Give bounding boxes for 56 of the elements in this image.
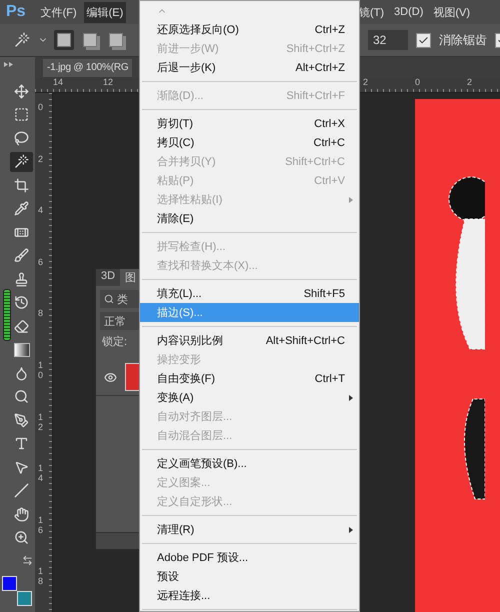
ruler-number: 6 bbox=[38, 258, 44, 268]
panel-tab[interactable]: 图 bbox=[120, 269, 142, 286]
lock-label: 锁定: bbox=[102, 334, 128, 349]
menu-item[interactable]: 拷贝(C) Ctrl+C bbox=[140, 133, 359, 152]
check-icon bbox=[418, 34, 429, 46]
ruler-number: 14 bbox=[53, 77, 64, 87]
submenu-arrow-icon bbox=[349, 526, 353, 532]
swap-colors-icon[interactable] bbox=[22, 555, 33, 566]
color-swatch[interactable] bbox=[2, 576, 17, 590]
menu-title[interactable]: 文件(F) bbox=[38, 2, 80, 22]
menu-item[interactable]: 清除(E) bbox=[140, 209, 359, 228]
checkbox-label: 消除锯齿 bbox=[439, 32, 487, 48]
menu-item[interactable]: 定义画笔预设(B)... bbox=[140, 454, 359, 473]
ruler-number: 0 bbox=[415, 77, 420, 87]
menu-title[interactable]: 镜(T) bbox=[356, 2, 388, 22]
document-tab[interactable]: -1.jpg @ 100%(RG bbox=[43, 59, 132, 77]
ruler-number: 12 bbox=[38, 413, 44, 433]
ruler-number: 16 bbox=[38, 516, 44, 536]
menu-item[interactable]: 还原选择反向(O) Ctrl+Z bbox=[140, 20, 359, 39]
ruler-number: 12 bbox=[103, 77, 114, 87]
app-logo: Ps bbox=[5, 3, 27, 21]
ruler-number: 2 bbox=[363, 77, 368, 87]
ruler-number: 0 bbox=[38, 103, 44, 113]
ruler-number: 14 bbox=[38, 464, 44, 484]
ruler-number: 10 bbox=[38, 361, 44, 381]
ruler-number: 2 bbox=[467, 77, 472, 87]
submenu-arrow-icon bbox=[349, 196, 353, 202]
search-icon bbox=[104, 294, 114, 304]
menu-title[interactable]: 3D(D) bbox=[391, 3, 426, 21]
menu-item[interactable]: 内容识别比例 Alt+Shift+Ctrl+C bbox=[140, 331, 359, 350]
add-selection-icon[interactable] bbox=[80, 30, 100, 50]
collapse-icon[interactable] bbox=[4, 62, 14, 67]
menu-item[interactable]: 远程连接... bbox=[140, 586, 359, 605]
tolerance-field[interactable]: 32 bbox=[368, 30, 408, 50]
menu-item[interactable]: 预设 bbox=[140, 567, 359, 586]
ruler-number: 18 bbox=[38, 567, 44, 587]
visibility-icon[interactable] bbox=[104, 370, 117, 384]
submenu-arrow-icon bbox=[349, 394, 353, 400]
color-swatch[interactable] bbox=[17, 590, 32, 606]
menu-item[interactable]: 自由变换(F) Ctrl+T bbox=[140, 369, 359, 388]
ruler-number: 2 bbox=[38, 155, 44, 165]
menu-title[interactable]: 视图(V) bbox=[430, 2, 474, 22]
menu-item[interactable]: 剪切(T) Ctrl+X bbox=[140, 114, 359, 133]
ruler-number: 8 bbox=[38, 309, 44, 319]
meter-drawing bbox=[3, 289, 11, 341]
menu-title[interactable]: 编辑(E) bbox=[84, 2, 126, 22]
checkbox[interactable] bbox=[416, 32, 431, 48]
menu-item[interactable]: 清理(R) bbox=[140, 520, 359, 539]
subtract-selection-icon[interactable] bbox=[106, 30, 126, 50]
magic-wand-icon[interactable] bbox=[10, 152, 33, 172]
menu-item[interactable]: 后退一步(K) Alt+Ctrl+Z bbox=[140, 58, 359, 77]
new-selection-icon[interactable] bbox=[54, 30, 74, 50]
menu-item[interactable]: Adobe PDF 预设... bbox=[140, 548, 359, 567]
ruler-number: 4 bbox=[38, 206, 44, 216]
menu-item[interactable]: 变换(A) bbox=[140, 388, 359, 407]
panel-tab[interactable]: 3D bbox=[96, 269, 120, 286]
